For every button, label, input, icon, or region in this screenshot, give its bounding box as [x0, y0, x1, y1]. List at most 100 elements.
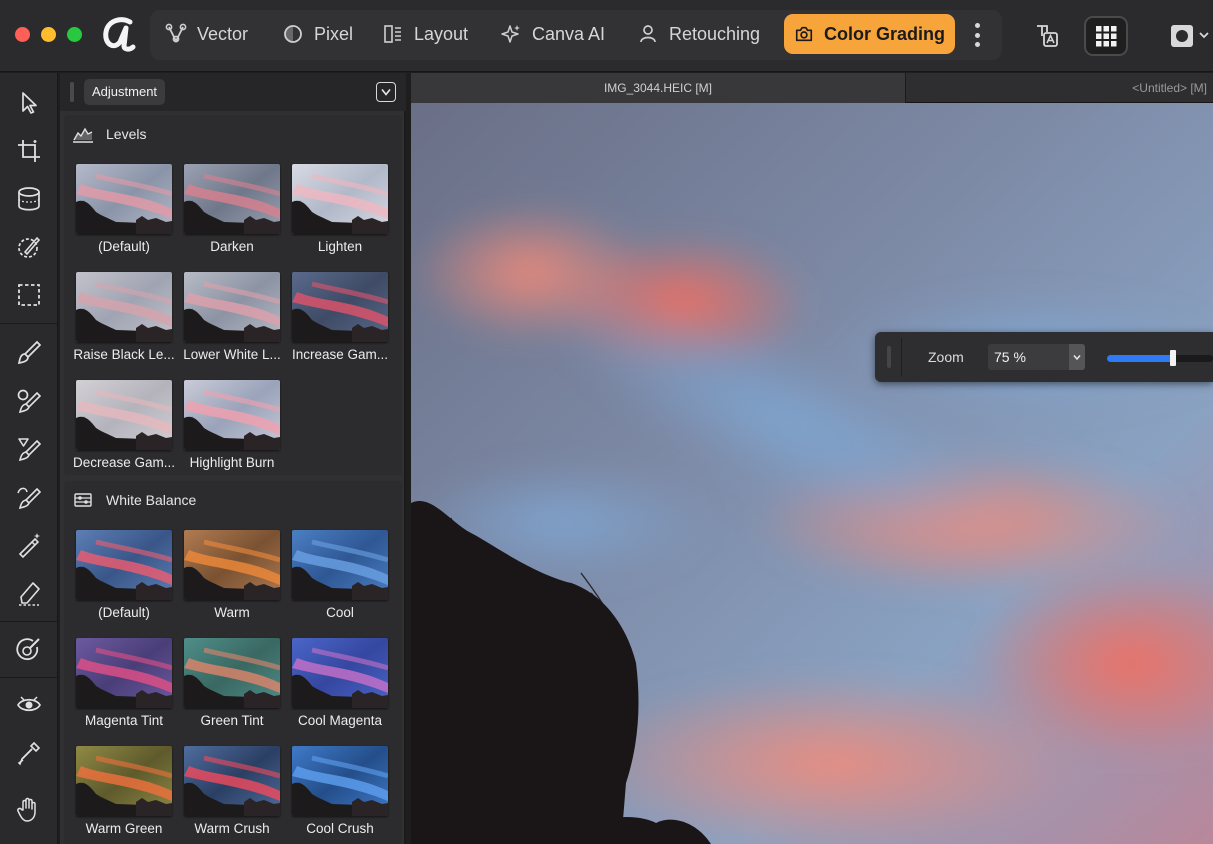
- chevron-down-icon: [1073, 355, 1081, 361]
- preset-tile[interactable]: Cool Crush: [284, 746, 388, 844]
- view-mode-button[interactable]: [1084, 16, 1128, 56]
- preset-tile[interactable]: Cool Magenta: [284, 638, 388, 740]
- zoom-slider[interactable]: [1107, 350, 1213, 374]
- color-picker-tool[interactable]: [11, 631, 47, 667]
- preset-tile[interactable]: Warm: [176, 530, 280, 632]
- fonts-button[interactable]: [1025, 16, 1069, 56]
- zoom-dropdown-button[interactable]: [1069, 344, 1085, 370]
- brush-icon: [17, 340, 42, 365]
- toolbar-grip[interactable]: [887, 346, 891, 368]
- app-logo-icon[interactable]: [100, 14, 136, 54]
- white-balance-icon: [74, 493, 92, 507]
- eraser-icon: [19, 582, 40, 606]
- levels-header[interactable]: Levels: [64, 115, 402, 153]
- zoom-toolbar: Zoom 75 %: [875, 332, 1213, 382]
- eyedropper-icon: [17, 741, 41, 766]
- persona-canva-ai[interactable]: Canva AI: [490, 14, 615, 54]
- preset-thumbnail: [76, 164, 172, 234]
- preset-tile[interactable]: Cool: [284, 530, 388, 632]
- move-tool[interactable]: [11, 85, 47, 121]
- preset-thumbnail: [76, 530, 172, 600]
- persona-retouching[interactable]: Retouching: [627, 14, 770, 54]
- cylinder-icon: [18, 187, 40, 211]
- preset-tile[interactable]: (Default): [68, 164, 172, 266]
- preset-thumbnail: [184, 638, 280, 708]
- preset-thumbnail: [292, 164, 388, 234]
- red-eye-tool[interactable]: [11, 687, 47, 723]
- blemish-removal-tool[interactable]: [11, 527, 47, 563]
- section-title: White Balance: [106, 492, 197, 508]
- preset-thumbnail: [184, 272, 280, 342]
- section-title: Levels: [106, 126, 147, 142]
- preset-tile[interactable]: Green Tint: [176, 638, 280, 740]
- preset-thumbnail: [292, 638, 388, 708]
- panel-menu-button[interactable]: [376, 82, 396, 102]
- preset-label: Warm Green: [85, 821, 163, 836]
- preset-tile[interactable]: Darken: [176, 164, 280, 266]
- preset-label: (Default): [98, 239, 150, 254]
- preset-tile[interactable]: Warm Crush: [176, 746, 280, 844]
- maximize-window-button[interactable]: [67, 27, 82, 42]
- quick-mask-button[interactable]: [1160, 16, 1213, 56]
- wand-icon: [18, 533, 40, 559]
- slider-thumb[interactable]: [1170, 350, 1176, 366]
- burn-brush-icon: [18, 438, 42, 462]
- minimize-window-button[interactable]: [41, 27, 56, 42]
- persona-label: Color Grading: [824, 23, 945, 44]
- layout-persona-icon: [384, 25, 401, 43]
- preset-label: Increase Gam...: [291, 347, 389, 362]
- preset-tile[interactable]: Warm Green: [68, 746, 172, 844]
- erase-brush-tool[interactable]: [11, 575, 47, 611]
- document-tab[interactable]: <Untitled> [M]: [907, 73, 1213, 103]
- preset-label: Raise Black Le...: [73, 347, 175, 362]
- document-tab-active[interactable]: IMG_3044.HEIC [M]: [411, 73, 906, 103]
- preset-label: Cool Magenta: [297, 713, 383, 728]
- panel-tab-adjustment[interactable]: Adjustment: [84, 79, 166, 105]
- preset-tile[interactable]: Decrease Gam...: [68, 380, 175, 482]
- persona-label: Canva AI: [532, 23, 606, 44]
- preset-tile[interactable]: Highlight Burn: [176, 380, 280, 482]
- persona-label: Layout: [414, 23, 469, 44]
- zoom-value[interactable]: 75 %: [994, 349, 1026, 365]
- burn-tool[interactable]: [11, 431, 47, 467]
- preset-tile[interactable]: Lighten: [284, 164, 388, 266]
- crop-tool[interactable]: [11, 133, 47, 169]
- font-manager-icon: [1037, 25, 1058, 47]
- paint-brush-tool[interactable]: [11, 335, 47, 371]
- persona-color-grading[interactable]: Color Grading: [784, 14, 955, 54]
- eyedropper-tool[interactable]: [11, 735, 47, 771]
- close-window-button[interactable]: [15, 27, 30, 42]
- zoom-field[interactable]: 75 %: [988, 344, 1085, 370]
- preset-tile[interactable]: Lower White L...: [176, 272, 281, 374]
- tools-panel: [0, 73, 58, 844]
- hand-tool[interactable]: [11, 791, 47, 827]
- preset-label: Decrease Gam...: [72, 455, 176, 470]
- image-canvas[interactable]: [411, 103, 1213, 844]
- more-options-icon[interactable]: [968, 20, 986, 50]
- mesh-warp-tool[interactable]: [11, 181, 47, 217]
- preset-thumbnail: [292, 746, 388, 816]
- panel-grip[interactable]: [70, 82, 74, 102]
- dodge-tool[interactable]: [11, 383, 47, 419]
- preset-tile[interactable]: Increase Gam...: [284, 272, 388, 374]
- person-icon: [640, 25, 656, 43]
- preset-thumbnail: [292, 272, 388, 342]
- vector-persona-icon: [165, 23, 187, 44]
- persona-pixel[interactable]: Pixel: [272, 14, 363, 54]
- white-balance-header[interactable]: White Balance: [64, 481, 402, 519]
- preset-tile[interactable]: (Default): [68, 530, 172, 632]
- eye-icon: [17, 696, 41, 712]
- preset-label: Warm Crush: [194, 821, 270, 836]
- sponge-tool[interactable]: [11, 479, 47, 515]
- preset-tile[interactable]: Magenta Tint: [68, 638, 172, 740]
- grid-icon: [1096, 26, 1117, 47]
- persona-vector[interactable]: Vector: [155, 14, 258, 54]
- preset-label: Green Tint: [200, 713, 264, 728]
- preset-thumbnail: [76, 746, 172, 816]
- preset-label: Warm: [214, 605, 250, 620]
- persona-layout[interactable]: Layout: [372, 14, 478, 54]
- slider-fill: [1107, 355, 1173, 362]
- preset-tile[interactable]: Raise Black Le...: [68, 272, 175, 374]
- marquee-tool[interactable]: [11, 277, 47, 313]
- selection-brush-tool[interactable]: [11, 229, 47, 265]
